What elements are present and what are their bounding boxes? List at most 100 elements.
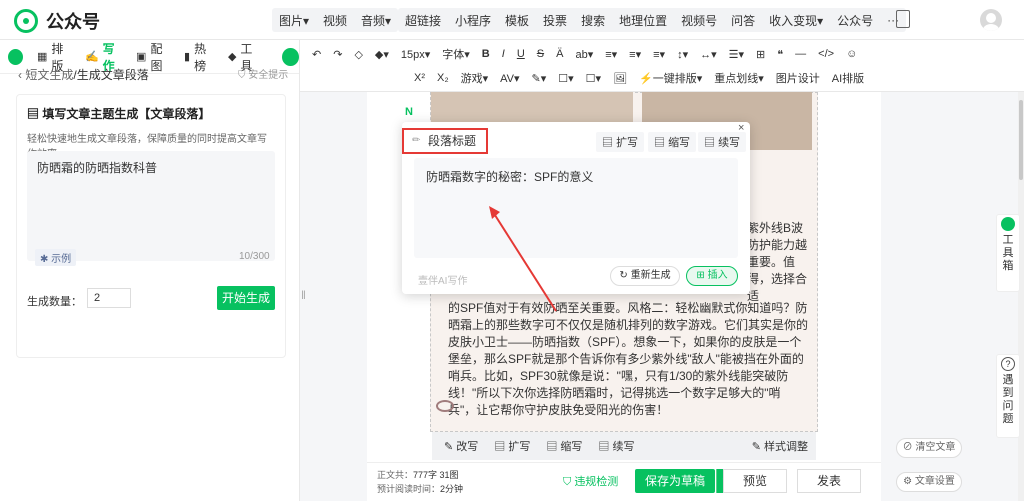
- publish-button[interactable]: 发表: [797, 469, 861, 493]
- eye-icon[interactable]: [436, 400, 454, 412]
- generate-count-input[interactable]: 2: [87, 288, 131, 308]
- subscript-icon[interactable]: X₂: [437, 72, 449, 84]
- game-select[interactable]: 游戏▾: [461, 70, 489, 86]
- safe-tip[interactable]: ⛉ 安全提示: [238, 66, 288, 81]
- bold-icon[interactable]: B: [482, 48, 490, 60]
- style-adjust-button[interactable]: ✎ 样式调整: [752, 438, 808, 454]
- example-button[interactable]: ✱ 示例: [35, 249, 77, 266]
- rewrite-icon: ✎: [444, 441, 457, 453]
- box-icon[interactable]: ☐▾: [558, 72, 573, 85]
- insert-button[interactable]: ⊞ 插入: [686, 266, 738, 286]
- article-settings-button[interactable]: ⚙ 文章设置: [896, 472, 962, 492]
- generated-content[interactable]: 防晒霜数字的秘密：SPF的意义: [414, 158, 738, 258]
- panel-resize-handle[interactable]: ‖: [301, 288, 307, 306]
- regenerate-button[interactable]: ↻ 重新生成: [610, 266, 680, 286]
- insert-menu: 超链接 小程序 模板 投票 搜索 地理位置 视频号 问答 收入变现▾ 公众号 ·…: [398, 8, 907, 32]
- close-icon[interactable]: ×: [738, 122, 744, 134]
- font-size-select[interactable]: 15px▾: [401, 48, 430, 61]
- violation-check[interactable]: ⛉ 违规检测: [563, 473, 618, 489]
- emoji-icon[interactable]: ☺: [846, 48, 857, 60]
- font-color-icon[interactable]: Ä: [556, 48, 563, 60]
- divider-icon[interactable]: —: [795, 48, 806, 60]
- highlight-icon[interactable]: ab▾: [575, 48, 593, 61]
- logo[interactable]: 公众号: [14, 8, 100, 34]
- menu-account[interactable]: 公众号: [830, 12, 880, 29]
- list-icon[interactable]: ≡▾: [629, 48, 641, 61]
- undo-icon[interactable]: ↶: [312, 48, 321, 61]
- menu-link[interactable]: 超链接: [398, 12, 448, 29]
- menu-search[interactable]: 搜索: [574, 12, 612, 29]
- tab-hot[interactable]: ▮ 热榜: [184, 40, 216, 74]
- article-text-peek: 紫外线B波防护能力越重要。值得，选择合适: [747, 221, 808, 303]
- help-side-button[interactable]: ? 遇到问题: [996, 354, 1020, 438]
- tab-hot-label: 热榜: [194, 41, 207, 73]
- bar-expand-button[interactable]: ▤ 扩写: [494, 438, 530, 454]
- key-underline[interactable]: 重点划线▾: [714, 70, 764, 86]
- continue-button[interactable]: ▤ 续写: [698, 132, 747, 152]
- phone-preview-icon[interactable]: [896, 10, 910, 28]
- menu-video[interactable]: 视频: [316, 12, 354, 29]
- paragraph-icon[interactable]: ☰▾: [729, 48, 744, 61]
- redo-icon[interactable]: ↷: [333, 48, 342, 61]
- rewrite-button[interactable]: ✎ 改写: [444, 438, 478, 454]
- avatar[interactable]: [980, 9, 1002, 31]
- bar-continue-label: 续写: [612, 441, 635, 453]
- toolbox-side-button[interactable]: 工具箱: [996, 214, 1020, 292]
- table-icon[interactable]: ⊞: [756, 48, 765, 61]
- picture-icon[interactable]: 🖼: [613, 72, 627, 85]
- menu-image[interactable]: 图片▾: [272, 12, 316, 29]
- pen-icon[interactable]: ✎▾: [532, 72, 547, 85]
- style-adjust-label: 样式调整: [764, 441, 808, 453]
- bar-shorten-button[interactable]: ▤ 缩写: [546, 438, 582, 454]
- preview-button[interactable]: 预览: [723, 469, 787, 493]
- article-body[interactable]: 的SPF值对于有效防晒至关重要。风格二：轻松幽默式你知道吗？防晒霜上的那些数字可…: [448, 300, 808, 419]
- example-label: 示例: [51, 254, 72, 265]
- save-draft-button[interactable]: 保存为草稿: [635, 469, 715, 493]
- eraser-icon[interactable]: ◇: [354, 48, 362, 61]
- paragraph-title-tab[interactable]: 段落标题: [402, 128, 488, 154]
- menu-template[interactable]: 模板: [498, 12, 536, 29]
- strikethrough-icon[interactable]: S: [537, 48, 544, 60]
- menu-audio[interactable]: 音频▾: [354, 12, 398, 29]
- font-family-select[interactable]: 字体▾: [442, 46, 470, 62]
- topic-input[interactable]: 防晒霜的防晒指数科普: [27, 151, 275, 261]
- menu-qa[interactable]: 问答: [724, 12, 762, 29]
- bar-continue-button[interactable]: ▤ 续写: [598, 438, 634, 454]
- underline-icon[interactable]: U: [517, 48, 525, 60]
- bar-shorten-label: 缩写: [560, 441, 583, 453]
- align-icon[interactable]: ≡▾: [605, 48, 617, 61]
- breadcrumb-back[interactable]: 短文生成: [25, 68, 73, 82]
- image-design[interactable]: 图片设计: [776, 70, 820, 86]
- indent-icon[interactable]: ≡▾: [653, 48, 665, 61]
- breadcrumb-current: /生成文章段落: [73, 68, 149, 82]
- menu-monetize[interactable]: 收入变现▾: [762, 12, 830, 29]
- menu-location[interactable]: 地理位置: [612, 12, 674, 29]
- bar-expand-icon: ▤: [494, 441, 509, 453]
- text-effect-icon[interactable]: AV▾: [500, 72, 519, 85]
- line-height-icon[interactable]: ↕▾: [677, 48, 688, 61]
- editor-footer: 正文共：777字 31图 预计阅读时间：2分钟 ⛉ 违规检测 保存为草稿 ▼ 预…: [367, 462, 881, 501]
- menu-channels[interactable]: 视频号: [674, 12, 724, 29]
- quote-icon[interactable]: ❝: [777, 48, 783, 61]
- shorten-button[interactable]: ▤ 缩写: [648, 132, 697, 152]
- clear-article-button[interactable]: ⊘ 清空文章: [896, 438, 962, 458]
- app-name: 公众号: [46, 12, 100, 32]
- code-icon[interactable]: </>: [818, 48, 834, 60]
- menu-miniprogram[interactable]: 小程序: [448, 12, 498, 29]
- ai-marker-icon[interactable]: N: [405, 106, 413, 118]
- settings-icon: ⚙: [903, 476, 915, 487]
- italic-icon[interactable]: I: [502, 48, 505, 60]
- ai-layout[interactable]: AI排版: [832, 70, 864, 86]
- frame-icon[interactable]: ☐▾: [586, 72, 601, 85]
- expand-button[interactable]: ▤ 扩写: [596, 132, 645, 152]
- letter-spacing-icon[interactable]: ↔▾: [700, 48, 717, 61]
- start-generate-button[interactable]: 开始生成: [217, 286, 275, 310]
- shorten-label: 缩写: [668, 137, 691, 149]
- article-settings-label: 文章设置: [914, 476, 955, 487]
- format-brush-icon[interactable]: ◆▾: [375, 48, 389, 61]
- plugin-toggle[interactable]: [282, 47, 299, 66]
- superscript-icon[interactable]: X²: [414, 72, 425, 84]
- menu-vote[interactable]: 投票: [536, 12, 574, 29]
- one-click-layout[interactable]: ⚡一键排版▾: [639, 70, 702, 86]
- scrollbar-thumb[interactable]: [1019, 100, 1023, 180]
